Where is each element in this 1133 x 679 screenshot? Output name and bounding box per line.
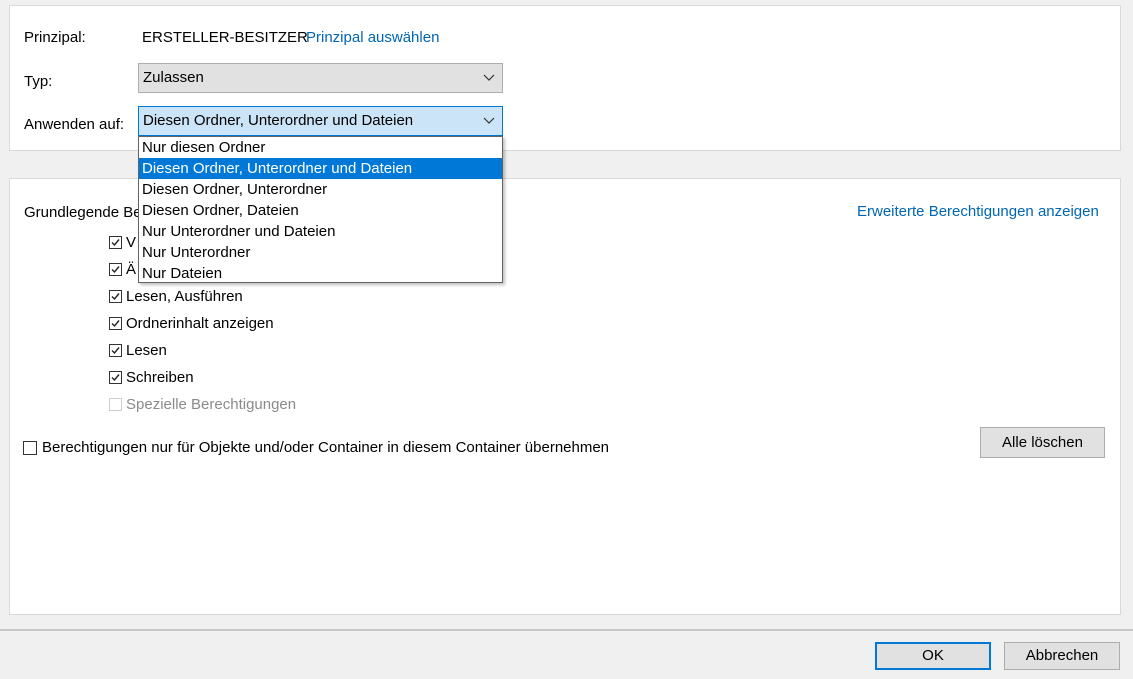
- checkbox[interactable]: [109, 290, 122, 303]
- permission-checkbox-row[interactable]: Lesen, Ausführen: [109, 288, 243, 305]
- permission-checkbox-row[interactable]: Lesen: [109, 342, 167, 359]
- dropdown-option[interactable]: Nur diesen Ordner: [139, 137, 502, 158]
- apply-to-label: Anwenden auf:: [24, 116, 125, 133]
- dropdown-option[interactable]: Diesen Ordner, Dateien: [139, 200, 502, 221]
- permission-checkbox-row: Spezielle Berechtigungen: [109, 396, 296, 413]
- principal-value: ERSTELLER-BESITZER: [142, 29, 308, 46]
- dropdown-option[interactable]: Diesen Ordner, Unterordner: [139, 179, 502, 200]
- basic-permissions-heading: Grundlegende Be: [24, 204, 142, 221]
- inherit-only-label: Berechtigungen nur für Objekte und/oder …: [42, 439, 610, 456]
- checkbox[interactable]: [109, 236, 122, 249]
- select-principal-link[interactable]: Prinzipal auswählen: [306, 29, 439, 46]
- checkbox-disabled: [109, 398, 122, 411]
- permission-label: Ä: [126, 261, 137, 278]
- dropdown-option-selected[interactable]: Diesen Ordner, Unterordner und Dateien: [139, 158, 502, 179]
- ok-button[interactable]: OK: [875, 642, 991, 670]
- type-combobox[interactable]: Zulassen: [138, 63, 503, 93]
- advanced-permissions-link[interactable]: Erweiterte Berechtigungen anzeigen: [857, 203, 1099, 220]
- permission-label: Lesen: [126, 342, 167, 359]
- type-combobox-value: Zulassen: [143, 69, 204, 86]
- dropdown-option[interactable]: Nur Unterordner und Dateien: [139, 221, 502, 242]
- chevron-down-icon: [482, 64, 496, 92]
- cancel-button[interactable]: Abbrechen: [1004, 642, 1120, 670]
- permission-checkbox-row[interactable]: Ä: [109, 261, 136, 278]
- checkbox[interactable]: [109, 344, 122, 357]
- permission-label: Schreiben: [126, 369, 194, 386]
- apply-to-combobox[interactable]: Diesen Ordner, Unterordner und Dateien: [138, 106, 503, 136]
- checkbox[interactable]: [109, 371, 122, 384]
- apply-to-combobox-value: Diesen Ordner, Unterordner und Dateien: [143, 112, 414, 129]
- clear-all-button[interactable]: Alle löschen: [980, 427, 1105, 458]
- permission-label: Ordnerinhalt anzeigen: [126, 315, 274, 332]
- permission-checkbox-row[interactable]: Ordnerinhalt anzeigen: [109, 315, 274, 332]
- dropdown-option[interactable]: Nur Dateien: [139, 263, 502, 284]
- permission-label: Spezielle Berechtigungen: [126, 396, 297, 413]
- permission-label: Lesen, Ausführen: [126, 288, 243, 305]
- permission-label: V: [126, 234, 137, 251]
- permission-checkbox-row[interactable]: Schreiben: [109, 369, 194, 386]
- principal-label: Prinzipal:: [24, 29, 86, 46]
- permission-checkbox-row[interactable]: V: [109, 234, 136, 251]
- apply-to-dropdown-list[interactable]: Nur diesen Ordner Diesen Ordner, Unteror…: [138, 136, 503, 283]
- checkbox[interactable]: [109, 263, 122, 276]
- dropdown-option[interactable]: Nur Unterordner: [139, 242, 502, 263]
- footer-divider: [0, 629, 1133, 631]
- checkbox[interactable]: [23, 440, 37, 455]
- type-label: Typ:: [24, 73, 53, 90]
- checkbox[interactable]: [109, 317, 122, 330]
- inherit-only-checkbox-row[interactable]: Berechtigungen nur für Objekte und/oder …: [23, 439, 609, 456]
- chevron-down-icon: [482, 107, 496, 135]
